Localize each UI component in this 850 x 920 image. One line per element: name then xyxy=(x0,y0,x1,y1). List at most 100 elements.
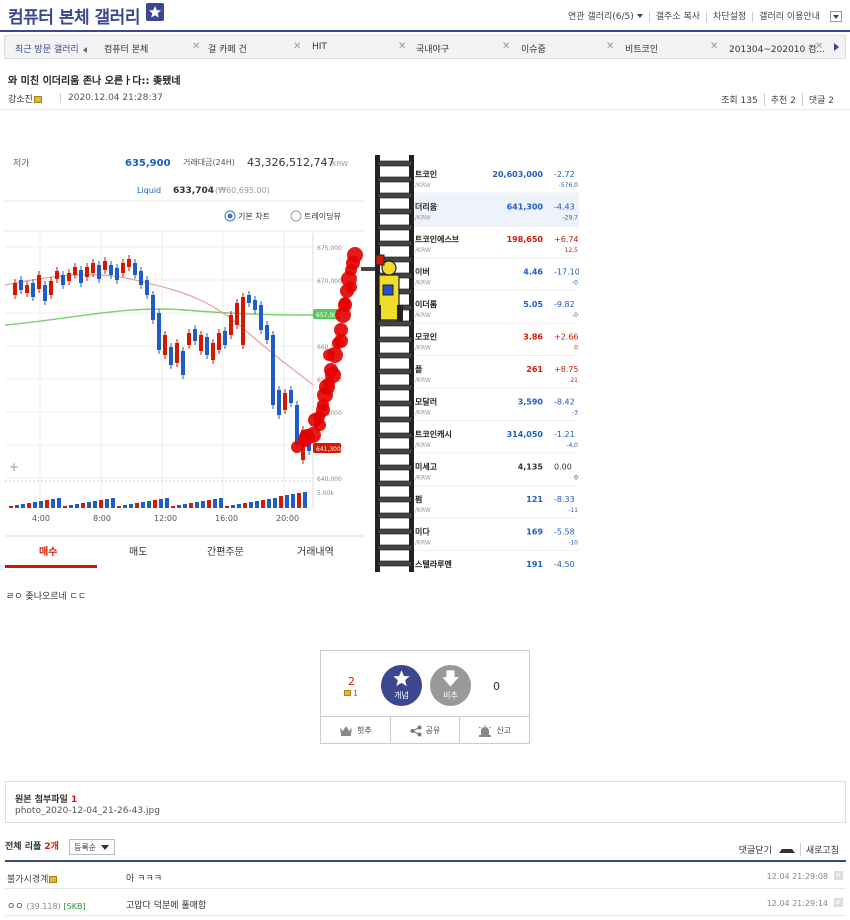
coin-market: /KRW xyxy=(415,182,431,189)
comment-sort-select[interactable]: 등록순 xyxy=(69,839,115,855)
ladder-rung xyxy=(377,400,413,407)
close-icon[interactable]: ✕ xyxy=(293,41,301,52)
share-button[interactable]: 공유 xyxy=(389,717,460,744)
coin-change: -5.58 xyxy=(554,528,575,537)
coin-change: -1.21 xyxy=(554,430,575,439)
coin-name: 모코인 xyxy=(415,332,437,342)
volume-bar xyxy=(93,501,97,508)
delete-comment-icon[interactable]: ✕ xyxy=(834,898,843,907)
comment-author[interactable]: 불가시경계 xyxy=(7,872,58,885)
candle-body xyxy=(247,295,251,303)
close-icon[interactable]: ✕ xyxy=(398,41,406,52)
fixed-member-icon xyxy=(344,690,351,696)
close-comments-button[interactable]: 댓글닫기 xyxy=(729,843,800,856)
visited-tab[interactable]: 걸 카페 건 xyxy=(208,42,247,55)
close-icon[interactable]: ✕ xyxy=(192,41,200,52)
candle-body xyxy=(235,303,239,325)
siren-icon xyxy=(479,724,492,737)
refresh-comments-button[interactable]: 새로고침 xyxy=(799,843,844,856)
comment-controls: 댓글닫기 새로고침 xyxy=(729,843,844,856)
coin-name: 더리움 xyxy=(415,202,438,212)
scribble-dot xyxy=(338,298,352,312)
close-icon[interactable]: ✕ xyxy=(502,41,510,52)
recommend-up-button[interactable]: 개념 xyxy=(381,665,422,706)
volume-bar xyxy=(165,498,169,508)
x-tick-label: 4:00 xyxy=(32,514,50,523)
candle-body xyxy=(199,335,203,351)
order-tab-simple[interactable]: 간편주문 xyxy=(207,546,244,558)
more-menu-button[interactable] xyxy=(830,11,842,22)
ladder-rung xyxy=(377,416,413,423)
chart-mode-tradingview[interactable]: 트레이딩뷰 xyxy=(304,211,341,221)
scribble-dot xyxy=(317,399,329,411)
coin-change: -4.43 xyxy=(554,203,575,212)
candle-body xyxy=(175,343,179,363)
recommend-down-button[interactable]: 비추 xyxy=(430,665,471,706)
ladder-rung xyxy=(377,496,413,503)
ladder-rung xyxy=(377,448,413,455)
visited-tab[interactable]: 컴퓨터 본체 xyxy=(104,42,148,55)
post-image[interactable]: 저가 635,900 거래대금(24H) 43,326,512,747 KRW … xyxy=(5,155,579,572)
close-icon[interactable]: ✕ xyxy=(815,41,823,52)
candle-body xyxy=(55,271,59,279)
visited-tab[interactable]: 이슈줌 xyxy=(521,42,546,55)
bookmark-star-icon[interactable] xyxy=(146,3,164,21)
hit-recommend-button[interactable]: 힛추 xyxy=(321,717,390,744)
coin-list: 트코인/KRW 20,603,000 -2.72 -576,0 더리움/KRW 641,3… xyxy=(414,155,579,572)
candle-body xyxy=(19,280,23,290)
volume-bar xyxy=(267,499,271,508)
scribble-dot xyxy=(345,281,357,293)
prev-arrow-icon[interactable] xyxy=(82,46,87,53)
visited-tab[interactable]: HIT xyxy=(312,42,327,52)
candle-body xyxy=(151,295,155,320)
volume-bar xyxy=(15,505,19,508)
recent-gallery-label[interactable]: 최근 방문 갤러리 xyxy=(15,42,87,55)
coin-name: 모달러 xyxy=(415,397,437,407)
chart-mode-basic[interactable]: 기본 차트 xyxy=(238,212,270,221)
post-author[interactable]: 강소진 xyxy=(8,92,42,105)
gallery-guide-link[interactable]: 갤러리 이용안내 xyxy=(752,11,826,22)
comment-row: 불가시경계 아 ㅋㅋㅋ 12.04 21:29:08 ✕ xyxy=(5,863,846,889)
comment-author[interactable]: ㅇㅇ (39.118) [SKB] xyxy=(7,899,86,912)
attachment-file-link[interactable]: photo_2020-12-04_21-26-43.jpg xyxy=(15,806,160,816)
copy-address-link[interactable]: 갤주소 복사 xyxy=(648,11,706,22)
gallery-title[interactable]: 컴퓨터 본체 갤러리 xyxy=(8,3,140,28)
related-gallery-link[interactable]: 연관 갤러리(6/5) xyxy=(562,12,649,22)
attachment-label: 원본 첨부파일 1 xyxy=(15,795,78,805)
visited-tab[interactable]: 비트코인 xyxy=(625,42,658,55)
star-icon xyxy=(393,670,410,687)
candle-body xyxy=(25,285,29,293)
visited-tab[interactable]: 국내야구 xyxy=(416,42,449,55)
candle-body xyxy=(169,347,173,365)
report-button[interactable]: 신고 xyxy=(459,717,529,744)
candle-body xyxy=(193,329,197,341)
volume-bar xyxy=(255,501,259,508)
candle-body xyxy=(163,335,167,355)
candle-body xyxy=(211,343,215,360)
ladder-rung xyxy=(377,432,413,439)
candle-body xyxy=(85,267,89,277)
order-tab-buy[interactable]: 매수 xyxy=(39,545,57,558)
order-tab-history[interactable]: 거래내역 xyxy=(297,546,334,558)
candle-body xyxy=(229,315,233,335)
coin-change-amount: -576,0 xyxy=(559,182,579,189)
volume-value: 43,326,512,747 xyxy=(247,156,334,169)
visited-tab[interactable]: 201304~202010 컴... xyxy=(729,42,825,55)
coin-price: 198,650 xyxy=(507,235,544,244)
comment-count[interactable]: 댓글 2 xyxy=(801,93,840,106)
next-arrow-icon[interactable] xyxy=(834,43,839,51)
volume-bar xyxy=(69,505,73,508)
volume-bar xyxy=(75,504,79,508)
x-tick-label: 20:00 xyxy=(276,514,299,523)
block-settings-link[interactable]: 차단설정 xyxy=(706,11,752,22)
volume-bar xyxy=(285,495,289,508)
comments-header: 전체 리플 2개 xyxy=(5,842,59,852)
close-icon[interactable]: ✕ xyxy=(606,41,614,52)
volume-bar xyxy=(111,498,115,508)
liquid-label: Liquid xyxy=(137,186,161,195)
close-icon[interactable]: ✕ xyxy=(710,41,718,52)
order-tab-sell[interactable]: 매도 xyxy=(129,546,147,558)
delete-comment-icon[interactable]: ✕ xyxy=(834,871,843,880)
volume-bar xyxy=(153,500,157,508)
post-body-text: ㄹㅇ 좆나오르네 ㄷㄷ xyxy=(6,592,87,602)
